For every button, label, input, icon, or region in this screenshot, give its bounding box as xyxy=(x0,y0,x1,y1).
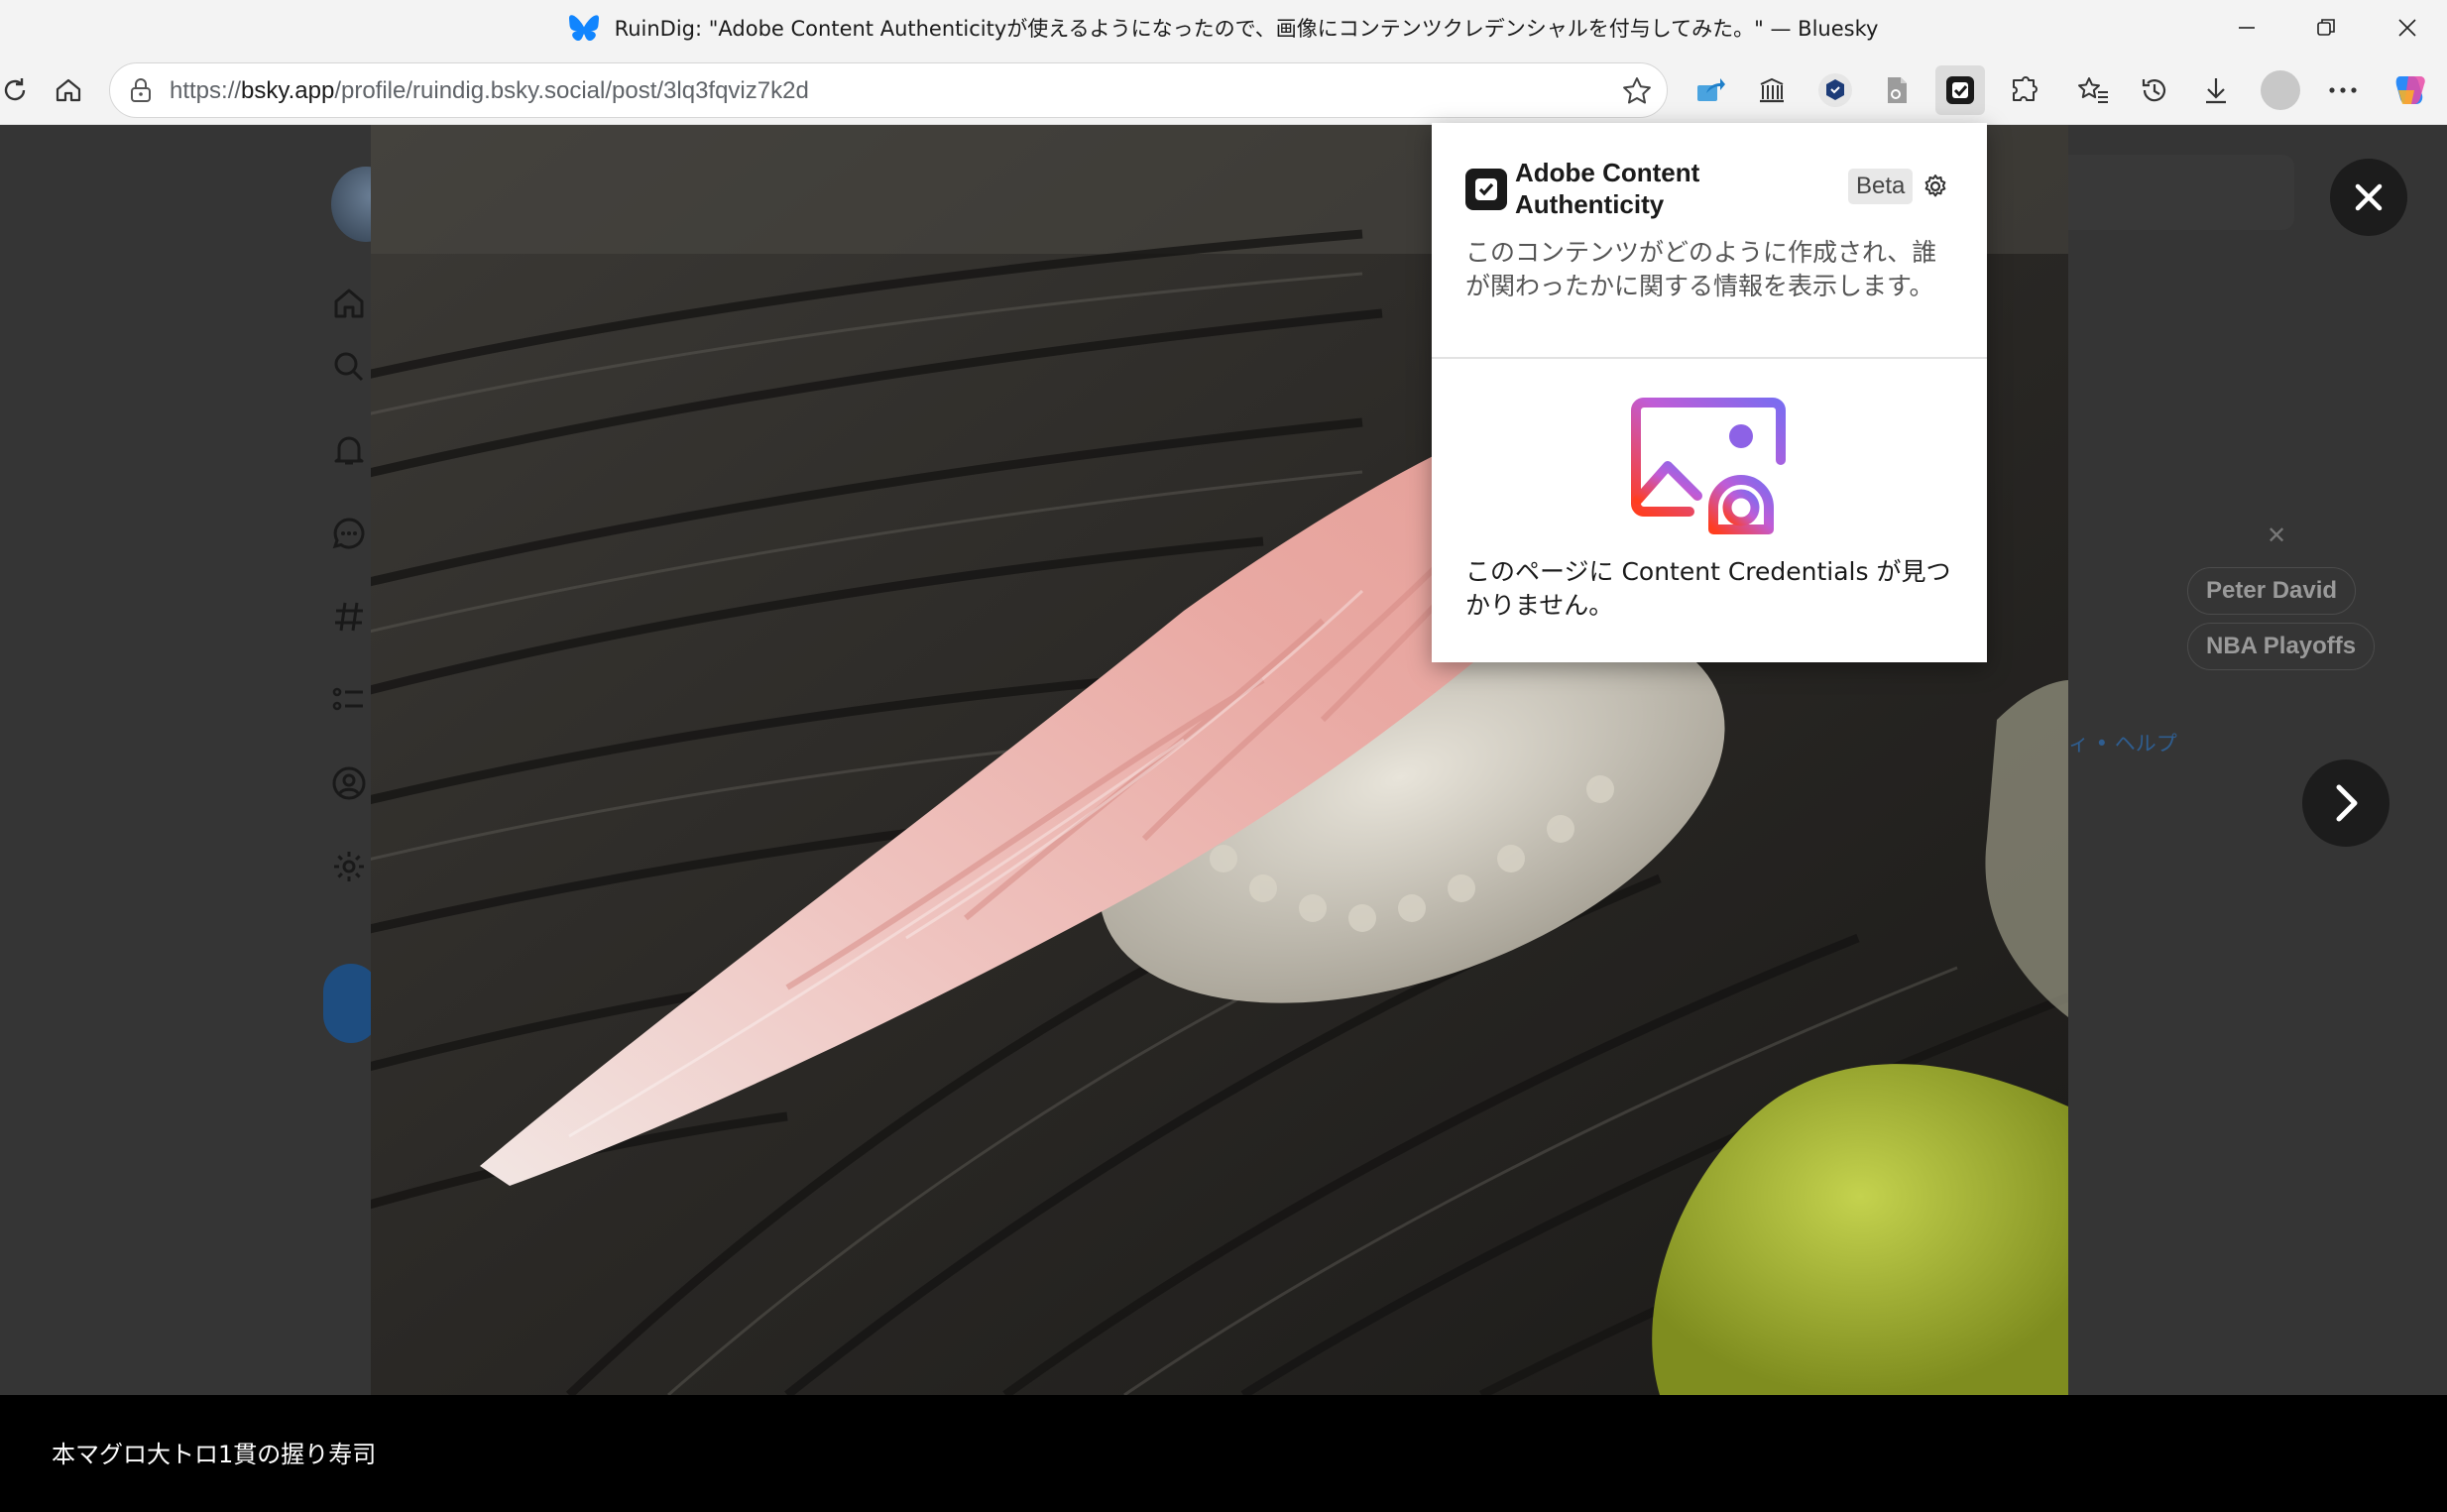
trends-close-icon: ✕ xyxy=(2267,522,2287,549)
url-prefix: https:// xyxy=(170,77,242,104)
window-title: RuinDig: "Adobe Content Authenticityが使える… xyxy=(614,17,1879,41)
next-image-button[interactable] xyxy=(2302,759,2389,847)
home-icon xyxy=(56,78,81,102)
content-authenticity-logo-icon xyxy=(1465,169,1507,210)
browser-toolbar: https://bsky.app/profile/ruindig.bsky.so… xyxy=(0,56,2447,125)
extensions-icon xyxy=(2013,76,2038,101)
address-bar[interactable]: https://bsky.app/profile/ruindig.bsky.so… xyxy=(109,62,1668,118)
divider xyxy=(1432,357,1987,359)
restore-button[interactable] xyxy=(2286,0,2366,56)
no-credentials-image-icon xyxy=(1631,398,1786,534)
history-button[interactable] xyxy=(2130,65,2179,115)
profile-button[interactable] xyxy=(2256,65,2305,115)
content-authenticity-popup: Adobe Content Authenticity Beta このコンテンツが… xyxy=(1432,123,1987,662)
reload-icon xyxy=(4,78,26,101)
bluesky-butterfly-icon xyxy=(568,15,599,41)
title-bar: RuinDig: "Adobe Content Authenticityが使える… xyxy=(0,0,2447,56)
background-search-field xyxy=(2068,155,2294,230)
profile-avatar xyxy=(2261,70,2300,110)
nav-chat-icon xyxy=(329,514,369,553)
extensions-button[interactable] xyxy=(1999,65,2048,115)
background-right-sidebar: ✕ Peter David NBA Playoffs ィ • ヘルプ xyxy=(2068,125,2447,1395)
extension-doc-icon xyxy=(1888,77,1907,103)
content-authenticity-button[interactable] xyxy=(1935,65,1985,115)
nav-settings-icon xyxy=(329,847,369,886)
url-host: bsky.app xyxy=(241,77,335,104)
close-window-button[interactable] xyxy=(2368,0,2447,56)
favorites-icon xyxy=(2078,77,2108,103)
downloads-button[interactable] xyxy=(2191,65,2241,115)
beta-badge: Beta xyxy=(1848,169,1914,204)
content-authenticity-icon xyxy=(1946,76,1974,104)
share-icon xyxy=(1697,78,1725,101)
caption-bar: 本マグロ大トロ1貫の握り寿司 xyxy=(0,1395,2447,1512)
close-viewer-button[interactable] xyxy=(2330,159,2407,236)
minimize-button[interactable] xyxy=(2207,0,2286,56)
popup-title: Adobe Content Authenticity xyxy=(1515,158,1700,219)
extension-doc-button[interactable] xyxy=(1872,65,1922,115)
more-button[interactable] xyxy=(2318,65,2368,115)
close-icon xyxy=(2355,183,2383,211)
copilot-icon xyxy=(2395,76,2425,104)
home-button[interactable] xyxy=(44,65,93,115)
favorites-button[interactable] xyxy=(2068,65,2118,115)
favorite-star-icon[interactable] xyxy=(1621,75,1653,107)
minimize-icon xyxy=(2239,27,2255,29)
reload-button[interactable] xyxy=(0,65,40,115)
nav-profile-icon xyxy=(329,763,369,803)
history-icon xyxy=(2142,79,2166,102)
no-credentials-message: このページに Content Credentials が見つかりません。 xyxy=(1465,557,1951,620)
more-icon xyxy=(2329,87,2357,93)
nav-search-icon xyxy=(329,347,369,387)
trend-pill: NBA Playoffs xyxy=(2187,623,2376,670)
extension-hex-button[interactable] xyxy=(1810,65,1860,115)
nav-home-icon xyxy=(329,284,369,323)
collections-icon xyxy=(1760,77,1784,103)
trend-pill: Peter David xyxy=(2187,567,2357,615)
lock-icon[interactable] xyxy=(128,76,154,104)
copilot-button[interactable] xyxy=(2386,65,2435,115)
restore-icon xyxy=(2317,19,2335,36)
background-sidebar xyxy=(323,125,373,1395)
nav-notifications-icon xyxy=(329,430,369,470)
footer-links: ィ • ヘルプ xyxy=(2068,732,2177,756)
close-icon xyxy=(2398,19,2416,37)
url-text[interactable]: https://bsky.app/profile/ruindig.bsky.so… xyxy=(170,77,809,105)
popup-description: このコンテンツがどのように作成され、誰が関わったかに関する情報を表示します。 xyxy=(1465,238,1937,300)
settings-gear-icon[interactable] xyxy=(1922,173,1949,200)
nav-feeds-icon xyxy=(329,597,369,637)
collections-button[interactable] xyxy=(1747,65,1797,115)
image-viewer: ✕ Peter David NBA Playoffs ィ • ヘルプ xyxy=(0,125,2447,1395)
download-icon xyxy=(2206,78,2226,104)
nav-lists-icon xyxy=(329,680,369,720)
share-button[interactable] xyxy=(1686,65,1735,115)
url-path: /profile/ruindig.bsky.social/post/3lq3fq… xyxy=(334,77,809,104)
extension-hex-icon xyxy=(1818,73,1852,107)
image-caption: 本マグロ大トロ1貫の握り寿司 xyxy=(52,1441,377,1468)
chevron-right-icon xyxy=(2336,784,2358,822)
